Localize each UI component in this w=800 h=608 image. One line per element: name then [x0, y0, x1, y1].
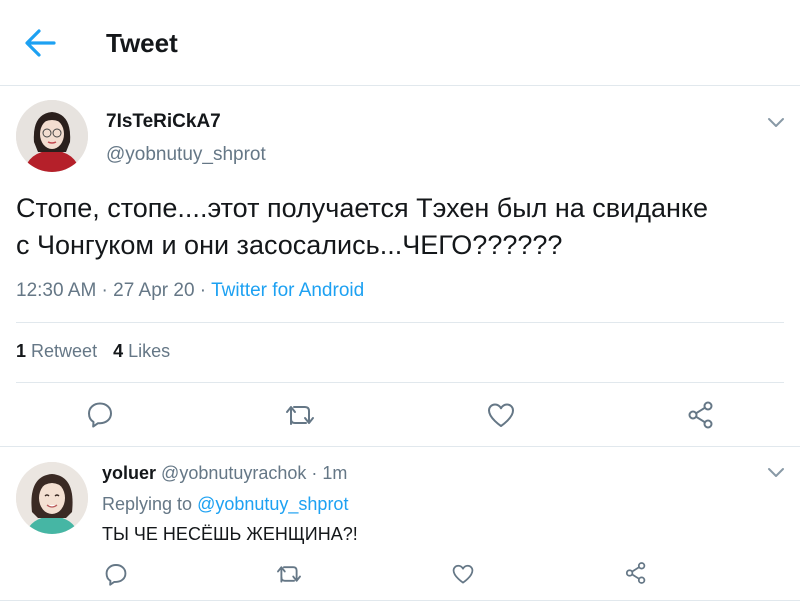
reply-display-name[interactable]: yoluer — [102, 463, 156, 483]
likes-stat[interactable]: 4 Likes — [113, 341, 170, 361]
chevron-down-icon[interactable] — [767, 116, 785, 128]
divider — [16, 382, 784, 383]
tweet-source-link[interactable]: Twitter for Android — [211, 280, 364, 301]
retweet-icon[interactable] — [285, 402, 315, 428]
tweet-time: 12:30 AM — [16, 280, 97, 301]
page-title: Tweet — [106, 28, 178, 58]
divider — [16, 322, 784, 323]
avatar[interactable] — [16, 100, 88, 172]
share-icon[interactable] — [624, 561, 648, 585]
top-bar: Tweet — [0, 0, 800, 86]
tweet-date: 27 Apr 20 — [113, 280, 195, 301]
retweet-icon[interactable] — [276, 563, 302, 585]
reply-author: yoluer @yobnutuyrachok · 1m — [102, 463, 348, 483]
chevron-down-icon[interactable] — [767, 466, 785, 478]
divider — [0, 600, 800, 601]
tweet-text-line: с Чонгуком и они засосались...ЧЕГО?????? — [16, 230, 563, 260]
replying-to-link[interactable]: @yobnutuy_shprot — [197, 494, 348, 514]
tweet-text: Стопе, стопе....этот получается Тэхен бы… — [16, 190, 786, 264]
back-arrow-icon[interactable] — [22, 26, 62, 60]
reply-time: 1m — [322, 463, 348, 483]
divider — [0, 446, 800, 447]
tweet-metadata: 12:30 AM · 27 Apr 20 · Twitter for Andro… — [16, 280, 365, 301]
author-handle[interactable]: @yobnutuy_shprot — [106, 144, 266, 166]
author-display-name[interactable]: 7IsTeRiCkA7 — [106, 111, 221, 133]
share-icon[interactable] — [686, 400, 716, 430]
avatar[interactable] — [16, 462, 88, 534]
engagement-stats: 1 Retweet 4 Likes — [16, 341, 170, 362]
retweets-stat[interactable]: 1 Retweet — [16, 341, 97, 361]
reply-icon[interactable] — [86, 400, 114, 428]
like-icon[interactable] — [486, 401, 516, 429]
reply-text: ТЫ ЧЕ НЕСЁШЬ ЖЕНЩИНА?! — [102, 524, 358, 544]
tweet-text-line: Стопе, стопе....этот получается Тэхен бы… — [16, 193, 709, 223]
reply-icon[interactable] — [104, 562, 128, 586]
like-icon[interactable] — [451, 563, 475, 585]
replying-to: Replying to @yobnutuy_shprot — [102, 494, 349, 514]
reply-handle[interactable]: @yobnutuyrachok — [161, 463, 306, 483]
